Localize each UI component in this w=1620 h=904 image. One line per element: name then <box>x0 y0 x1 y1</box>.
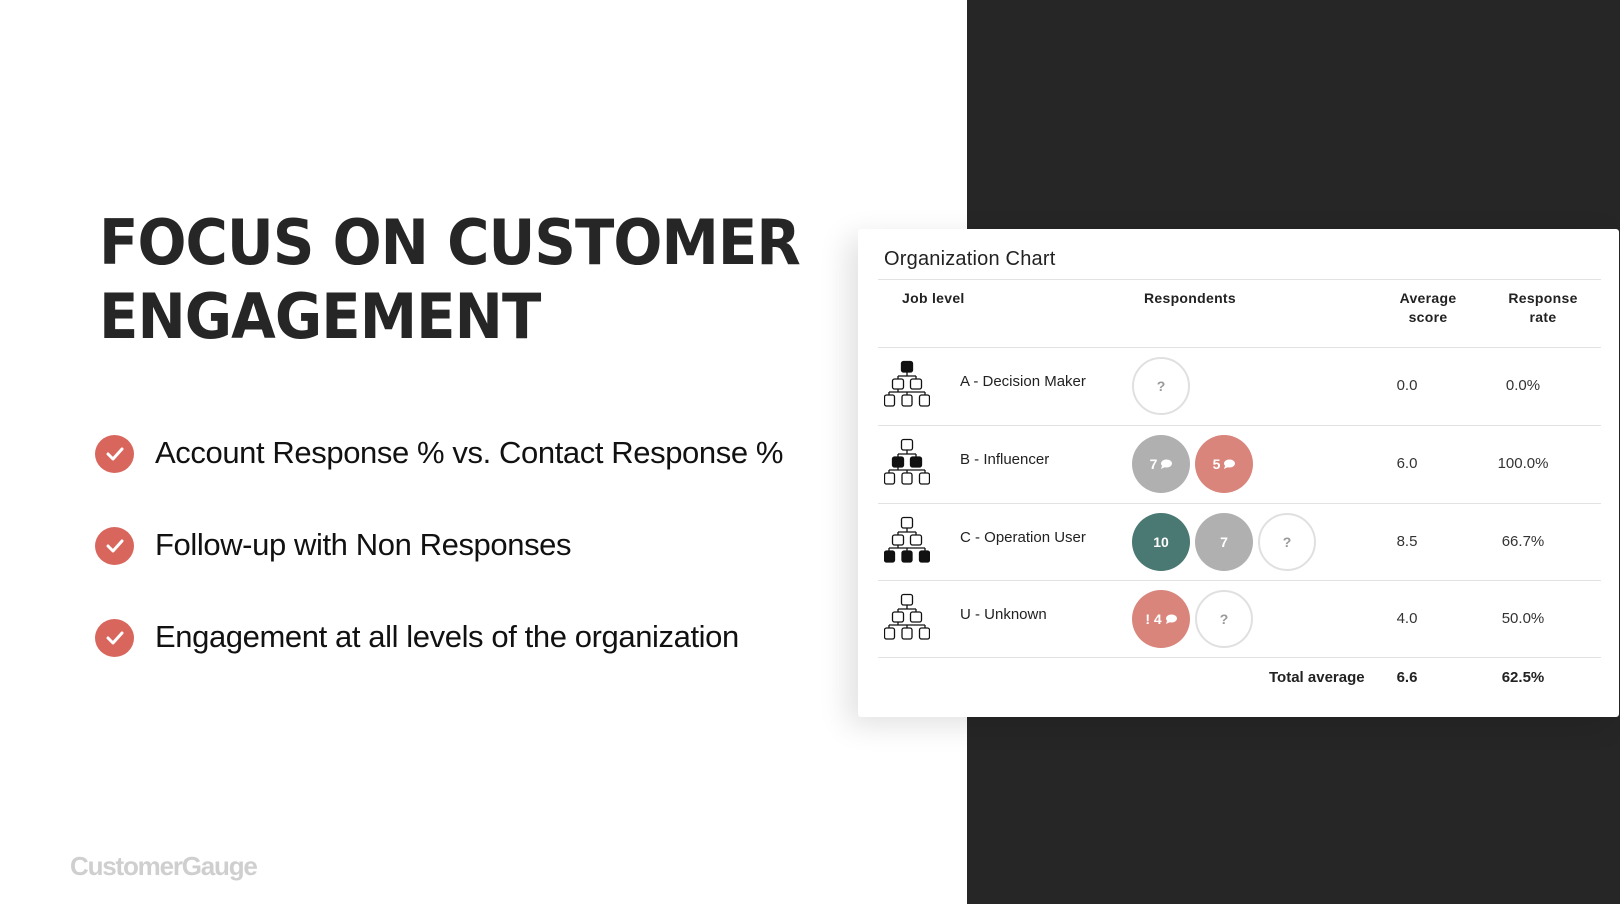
total-average-score: 6.6 <box>1396 669 1418 686</box>
respondent-text: 10 <box>1153 534 1169 550</box>
job-level-label: U - Unknown <box>960 606 1047 623</box>
table-row[interactable]: A - Decision Maker ? 0.0 0.0% <box>878 348 1601 425</box>
check-circle-icon <box>95 527 134 565</box>
bullet-item: Follow-up with Non Responses <box>95 522 783 614</box>
job-level-label: B - Influencer <box>960 451 1050 468</box>
respondent-detractor[interactable]: 5 <box>1195 435 1253 493</box>
job-level-label: C - Operation User <box>960 529 1086 546</box>
slide-title: FOCUS ON CUSTOMER ENGAGEMENT <box>99 206 843 354</box>
total-average-label: Total average <box>1269 669 1365 686</box>
average-score: 0.0 <box>1396 377 1418 394</box>
customergauge-logo: CustomerGauge <box>70 851 258 881</box>
slide-title-line-2: ENGAGEMENT <box>99 280 541 353</box>
average-score: 4.0 <box>1396 610 1418 627</box>
check-circle-icon <box>95 619 134 657</box>
respondent-text: ? <box>1156 378 1166 394</box>
respondent-promoter[interactable]: 10 <box>1132 513 1190 571</box>
job-level-label: A - Decision Maker <box>960 373 1086 390</box>
average-score: 6.0 <box>1396 455 1418 472</box>
org-hierarchy-top-level-icon <box>884 360 930 407</box>
table-row[interactable]: U - Unknown ! 4 ? 4.0 50.0% <box>878 581 1601 658</box>
slide-title-line-1: FOCUS ON CUSTOMER <box>99 206 801 279</box>
table-row[interactable]: B - Influencer 7 5 6.0 100.0% <box>878 426 1601 503</box>
org-hierarchy-middle-level-icon <box>884 438 930 485</box>
table-row[interactable]: C - Operation User 10 7 ? 8.5 66.7% <box>878 504 1601 581</box>
respondent-no-response[interactable]: ? <box>1195 590 1253 648</box>
bullet-item: Engagement at all levels of the organiza… <box>95 614 783 706</box>
respondent-text: 7 <box>1149 456 1158 472</box>
respondent-text: ! 4 <box>1145 611 1162 627</box>
respondent-text: 7 <box>1220 534 1228 550</box>
respondent-text: 5 <box>1212 456 1221 472</box>
response-rate: 0.0% <box>1505 377 1541 394</box>
respondent-passive[interactable]: 7 <box>1132 435 1190 493</box>
respondent-text: ? <box>1282 534 1292 550</box>
response-rate: 100.0% <box>1497 455 1549 472</box>
respondents-group: ! 4 ? <box>1132 590 1253 648</box>
response-rate: 66.7% <box>1501 533 1545 550</box>
respondent-text: ? <box>1219 611 1229 627</box>
comment-bubble-icon <box>1165 614 1177 624</box>
response-rate: 50.0% <box>1501 610 1545 627</box>
respondents-group: 7 5 <box>1132 435 1253 493</box>
respondent-detractor-alert[interactable]: ! 4 <box>1132 590 1190 648</box>
column-header-response-rate[interactable]: Response rate <box>1493 289 1593 327</box>
org-hierarchy-bottom-level-icon <box>884 516 930 563</box>
column-header-job-level[interactable]: Job level <box>902 289 965 308</box>
comment-bubble-icon <box>1161 459 1173 469</box>
respondents-group: ? <box>1132 357 1190 415</box>
header-text: rate <box>1529 309 1557 325</box>
bullet-text: Follow-up with Non Responses <box>155 527 572 562</box>
total-divider <box>878 657 1601 658</box>
header-text: Response <box>1508 290 1578 306</box>
respondent-no-response[interactable]: ? <box>1132 357 1190 415</box>
card-title: Organization Chart <box>884 248 1056 270</box>
bullet-text: Engagement at all levels of the organiza… <box>155 619 739 654</box>
title-divider <box>878 279 1601 280</box>
check-circle-icon <box>95 435 134 473</box>
comment-bubble-icon <box>1224 459 1236 469</box>
total-response-rate: 62.5% <box>1501 669 1545 686</box>
organization-chart-card: Organization Chart Job level Respondents… <box>858 229 1619 717</box>
column-header-respondents[interactable]: Respondents <box>1144 289 1236 308</box>
respondent-passive[interactable]: 7 <box>1195 513 1253 571</box>
bullet-item: Account Response % vs. Contact Response … <box>95 430 783 522</box>
column-header-average-score[interactable]: Average score <box>1378 289 1478 327</box>
respondents-group: 10 7 ? <box>1132 513 1316 571</box>
average-score: 8.5 <box>1396 533 1418 550</box>
bullet-list: Account Response % vs. Contact Response … <box>95 430 783 706</box>
org-hierarchy-unknown-level-icon <box>884 593 930 640</box>
header-text: score <box>1408 309 1448 325</box>
header-text: Average <box>1399 290 1457 306</box>
bullet-text: Account Response % vs. Contact Response … <box>155 435 784 470</box>
respondent-no-response[interactable]: ? <box>1258 513 1316 571</box>
